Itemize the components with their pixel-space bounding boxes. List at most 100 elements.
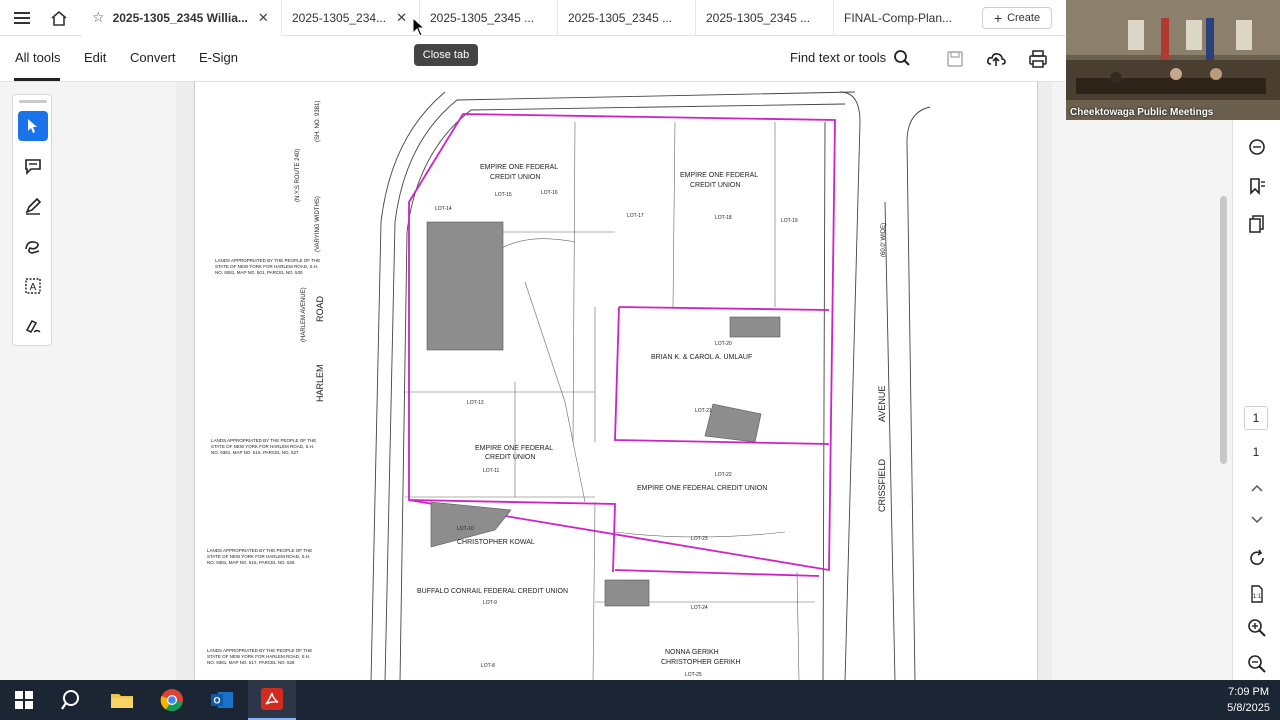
system-clock[interactable]: 7:09 PM 5/8/2025 — [1227, 684, 1270, 716]
tab-label: 2025-1305_2345 Willia... — [112, 10, 248, 25]
meeting-video-overlay: Cheektowaga Public Meetings — [1066, 0, 1280, 120]
tab-label: 2025-1305_2345 ... — [706, 10, 811, 25]
comments-panel-button[interactable] — [1245, 136, 1269, 160]
text-box-tool-button[interactable]: A — [18, 271, 48, 301]
lot-label: LOT-21 — [695, 408, 712, 414]
lot-label: LOT-25 — [685, 672, 702, 678]
highlight-tool-button[interactable] — [18, 191, 48, 221]
close-icon[interactable]: ✕ — [258, 10, 269, 26]
svg-text:1:1: 1:1 — [1253, 594, 1262, 600]
search-icon[interactable] — [893, 49, 911, 67]
menu-edit[interactable]: Edit — [84, 50, 106, 65]
svg-text:A: A — [30, 282, 37, 293]
bookmarks-panel-button[interactable] — [1245, 174, 1269, 198]
tab-label: 2025-1305_234... — [292, 10, 387, 25]
tab-document-2[interactable]: 2025-1305_234... ✕ — [282, 0, 420, 36]
owner-label-line2: CREDIT UNION — [690, 182, 740, 189]
taskbar-search-button[interactable] — [48, 680, 96, 720]
windows-start-button[interactable] — [0, 680, 48, 720]
zoom-in-button[interactable] — [1245, 616, 1269, 640]
search-icon — [61, 690, 79, 710]
file-explorer-button[interactable] — [98, 680, 146, 720]
tab-document-1[interactable]: ☆ 2025-1305_2345 Willia... ✕ — [82, 0, 282, 36]
lot-label: LOT-24 — [691, 605, 708, 611]
document-viewport[interactable]: HARLEM ROAD (HARLEM AVENUE) (N.Y.S ROUTE… — [176, 82, 1052, 680]
rail-drag-handle[interactable] — [19, 100, 47, 103]
nys-route-label: (N.Y.S ROUTE 240) — [295, 149, 301, 202]
lot-label: LOT-20 — [715, 341, 732, 347]
lot-label: LOT-8 — [481, 663, 495, 669]
lands-appropriated-note: LANDS APPROPRIATED BY THE PEOPLE OF THE — [211, 438, 316, 443]
select-tool-button[interactable] — [18, 111, 48, 141]
create-button[interactable]: + Create — [982, 7, 1052, 29]
sh-number-label: (SH. NO. 9381) — [315, 101, 321, 142]
state-of-ny-note: STATE OF NEW YORK FOR HARLEM ROAD, S.H. — [211, 444, 314, 449]
menu-convert[interactable]: Convert — [130, 50, 176, 65]
close-icon[interactable]: ✕ — [396, 10, 407, 26]
acrobat-button[interactable] — [248, 680, 296, 720]
zoom-out-button[interactable] — [1245, 652, 1269, 676]
zoom-out-icon — [1248, 655, 1266, 673]
tab-document-6[interactable]: FINAL-Comp-Plan... — [834, 0, 964, 36]
quick-tools-rail: A — [12, 94, 52, 346]
page-down-button[interactable] — [1245, 508, 1269, 532]
buildings — [426, 221, 781, 607]
lot-label: LOT-12 — [467, 400, 484, 406]
chrome-icon — [160, 689, 183, 712]
drawing-labels: HARLEM ROAD (HARLEM AVENUE) (N.Y.S ROUTE… — [207, 101, 887, 678]
harlem-avenue-label: (HARLEM AVENUE) — [301, 287, 307, 342]
tab-bar: ☆ 2025-1305_2345 Willia... ✕ 2025-1305_2… — [0, 0, 1066, 36]
upload-cloud-icon[interactable] — [985, 48, 1007, 70]
close-tab-tooltip: Close tab — [414, 44, 478, 66]
fit-page-button[interactable]: 1:1 — [1245, 582, 1269, 606]
lot-label: LOT-17 — [627, 213, 644, 219]
tab-label: 2025-1305_2345 ... — [430, 10, 535, 25]
lands-appropriated-note: LANDS APPROPRIATED BY THE PEOPLE OF THE — [207, 548, 312, 553]
comment-icon — [25, 159, 41, 175]
sign-tool-button[interactable] — [18, 311, 48, 341]
menu-all-tools[interactable]: All tools — [15, 50, 61, 65]
rotate-button[interactable] — [1245, 546, 1269, 570]
pages-panel-button[interactable] — [1245, 212, 1269, 236]
create-label: Create — [1007, 12, 1041, 24]
state-of-ny-note: STATE OF NEW YORK FOR HARLEM ROAD, S.H. — [215, 264, 318, 269]
lot-label: LOT-22 — [715, 472, 732, 478]
menu-esign[interactable]: E-Sign — [199, 50, 238, 65]
mouse-cursor-icon — [412, 17, 426, 37]
pdf-page: HARLEM ROAD (HARLEM AVENUE) (N.Y.S ROUTE… — [194, 82, 1038, 680]
text-box-icon: A — [25, 278, 41, 294]
hamburger-menu-icon[interactable] — [0, 0, 44, 36]
map-parcel-note: NO. 9381, MAP NO. 517, PARCEL NO. 528 — [207, 660, 295, 665]
find-text-or-tools[interactable]: Find text or tools — [790, 50, 886, 65]
star-icon[interactable]: ☆ — [92, 9, 105, 26]
chrome-button[interactable] — [148, 680, 196, 720]
tab-label: FINAL-Comp-Plan... — [844, 10, 953, 25]
vertical-scrollbar[interactable] — [1220, 196, 1227, 464]
tab-label: 2025-1305_2345 ... — [568, 10, 673, 25]
home-icon[interactable] — [44, 0, 74, 36]
owner-label: EMPIRE ONE FEDERAL — [475, 445, 553, 452]
tab-document-4[interactable]: 2025-1305_2345 ... — [558, 0, 696, 36]
comment-tool-button[interactable] — [18, 151, 48, 181]
tab-document-3[interactable]: 2025-1305_2345 ... — [420, 0, 558, 36]
owner-label-line2: CREDIT UNION — [490, 174, 540, 181]
varying-width-label: (VARYING WIDTHS) — [315, 196, 321, 252]
outlook-button[interactable]: O — [198, 680, 246, 720]
signature-pen-icon — [25, 320, 41, 333]
save-icon[interactable] — [944, 48, 966, 70]
lot-label: LOT-14 — [435, 206, 452, 212]
owner-label: EMPIRE ONE FEDERAL — [680, 172, 758, 179]
active-menu-indicator — [14, 78, 60, 81]
tab-document-5[interactable]: 2025-1305_2345 ... — [696, 0, 834, 36]
lot-label: LOT-9 — [483, 600, 497, 606]
print-icon[interactable] — [1027, 48, 1049, 70]
current-page-input[interactable]: 1 — [1244, 406, 1268, 430]
sixty-wide-label: (60.0' WIDE) — [881, 223, 887, 257]
windows-logo-icon — [15, 691, 33, 709]
pen-icon — [25, 197, 42, 215]
draw-tool-button[interactable] — [18, 231, 48, 261]
owner-label: BUFFALO CONRAIL FEDERAL CREDIT UNION — [417, 588, 568, 595]
outlook-icon: O — [211, 692, 233, 708]
cursor-arrow-icon — [28, 119, 37, 133]
page-up-button[interactable] — [1245, 476, 1269, 500]
